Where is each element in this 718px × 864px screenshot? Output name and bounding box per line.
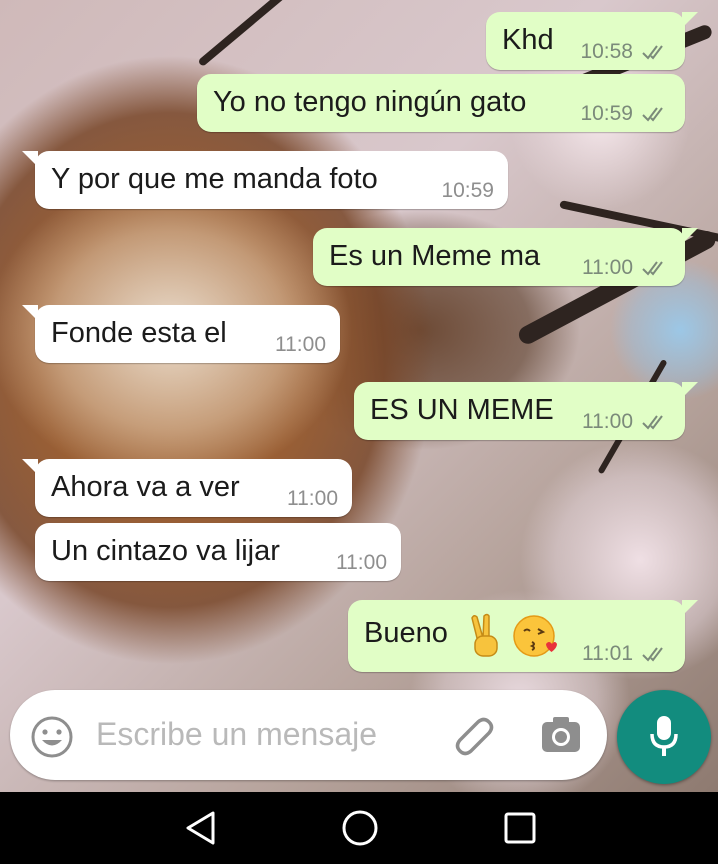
message-time: 11:00: [582, 256, 633, 279]
system-navigation-bar: [0, 792, 718, 864]
message-text: Yo no tengo ningún gato: [213, 86, 527, 118]
read-ticks-icon: [642, 45, 663, 60]
message-bubble-incoming[interactable]: Ahora va a ver 11:00: [22, 459, 352, 517]
message-bubble-outgoing[interactable]: Es un Meme ma 11:00: [313, 228, 698, 286]
message-bubble-outgoing[interactable]: Yo no tengo ningún gato 10:59: [197, 74, 685, 132]
message-bubble-incoming[interactable]: Y por que me manda foto 10:59: [22, 151, 508, 209]
send-voice-button[interactable]: [617, 690, 711, 784]
victory-hand-emoji: [471, 613, 498, 657]
message-time: 11:00: [287, 487, 338, 510]
message-time: 11:00: [336, 551, 387, 574]
camera-icon[interactable]: [540, 715, 582, 755]
read-ticks-icon: [642, 415, 663, 430]
message-composer[interactable]: Escribe un mensaje: [10, 690, 607, 780]
message-text: Es un Meme ma: [329, 240, 541, 272]
message-text: Bueno: [364, 617, 448, 649]
message-bubble-outgoing[interactable]: ES UN MEME 11:00: [354, 382, 698, 440]
microphone-icon: [650, 716, 678, 756]
message-bubble-incoming[interactable]: Un cintazo va lijar 11:00: [35, 523, 401, 581]
read-ticks-icon: [642, 261, 663, 276]
message-text: ES UN MEME: [370, 394, 554, 426]
message-time: 10:59: [580, 102, 633, 125]
message-text: Khd: [502, 24, 554, 56]
home-circle-icon[interactable]: [340, 808, 380, 848]
message-time: 11:01: [582, 642, 633, 665]
read-ticks-icon: [642, 107, 663, 122]
message-bubble-outgoing[interactable]: Bueno 11:01: [348, 600, 698, 672]
paperclip-icon[interactable]: [450, 714, 496, 760]
message-input[interactable]: Escribe un mensaje: [96, 716, 377, 753]
message-time: 11:00: [275, 333, 326, 356]
message-time: 10:59: [441, 179, 494, 202]
message-text: Un cintazo va lijar: [51, 535, 280, 567]
message-bubble-outgoing[interactable]: Khd 10:58: [486, 12, 698, 70]
kissing-heart-emoji: [513, 615, 557, 657]
message-text: Fonde esta el: [51, 317, 227, 349]
message-text: Y por que me manda foto: [51, 163, 378, 195]
read-ticks-icon: [642, 647, 663, 662]
message-time: 10:58: [580, 40, 633, 63]
back-triangle-icon[interactable]: [183, 810, 219, 846]
recents-square-icon[interactable]: [503, 811, 537, 845]
message-time: 11:00: [582, 410, 633, 433]
smiley-icon[interactable]: [30, 715, 74, 759]
message-bubble-incoming[interactable]: Fonde esta el 11:00: [22, 305, 340, 363]
message-text: Ahora va a ver: [51, 471, 240, 503]
